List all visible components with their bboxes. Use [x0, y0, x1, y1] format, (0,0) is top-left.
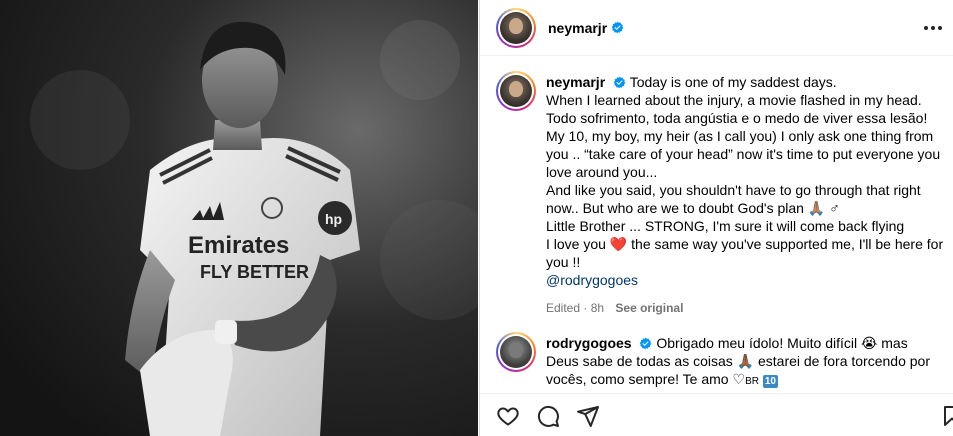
reply-text: vocês, como sempre! Te amo: [546, 371, 729, 387]
svg-text:FLY BETTER: FLY BETTER: [200, 262, 309, 282]
caption-line: And like you said, you shouldn't have to…: [546, 182, 921, 198]
caption-line: When I learned about the injury, a movie…: [546, 92, 922, 108]
verified-badge-icon: [640, 337, 652, 350]
caption-line: now.. But who are we to doubt God's plan…: [546, 200, 840, 216]
red-heart-icon: ❤️: [609, 236, 628, 252]
svg-text:Emirates: Emirates: [188, 232, 289, 259]
caption-line: the same way you've supported me, I'll b…: [631, 236, 944, 252]
caption-avatar[interactable]: [496, 71, 536, 111]
caption-line: you !!: [546, 254, 581, 270]
heart-icon[interactable]: [496, 404, 520, 428]
white-heart-icon: ♡: [732, 371, 746, 387]
comments-section[interactable]: neymarjr Today is one of my saddest days…: [480, 57, 953, 393]
post-header: neymarjr: [480, 0, 953, 56]
see-original-link[interactable]: See original: [615, 301, 683, 315]
caption-line: Todo sofrimento, toda angústia e o medo …: [546, 110, 928, 126]
mention-link[interactable]: @rodrygogoes: [546, 271, 946, 289]
svg-text:hp: hp: [325, 211, 342, 227]
player-photo: Emirates FLY BETTER hp: [0, 0, 478, 436]
caption-line: My 10, my boy, my heir (as I call you) I…: [546, 128, 934, 144]
reply-text: Deus sabe de todas as coisas 🙏🏾 estarei …: [546, 353, 930, 369]
comment-icon[interactable]: [536, 404, 560, 428]
author-username[interactable]: neymarjr: [548, 20, 607, 36]
share-icon[interactable]: [576, 404, 600, 428]
caption-line: Today is one of my saddest days.: [629, 74, 837, 90]
post-image[interactable]: Emirates FLY BETTER hp: [0, 0, 478, 436]
caption-line: Little Brother ... STRONG, I'm sure it w…: [546, 218, 905, 234]
action-bar: [480, 393, 953, 436]
bookmark-icon[interactable]: [940, 404, 953, 428]
caption-username[interactable]: neymarjr: [546, 74, 605, 90]
keycap-ten: 10: [762, 375, 778, 388]
more-options-icon[interactable]: [922, 17, 944, 39]
edited-timestamp: Edited · 8h: [546, 301, 605, 315]
verified-badge-icon: [613, 76, 626, 89]
author-avatar[interactable]: [496, 7, 536, 48]
caption-line: you .. “take care of your head” now it's…: [546, 146, 941, 162]
caption-line: I love you: [546, 236, 606, 252]
post-panel: neymarjr neymarjr Today is one of my sad…: [479, 0, 953, 436]
reply-username[interactable]: rodrygogoes: [546, 335, 632, 351]
flag-br: BR: [745, 376, 759, 387]
reply-avatar[interactable]: [496, 332, 536, 372]
reply-text: Obrigado meu ídolo! Muito difícil 😭 mas: [656, 335, 908, 351]
caption-line: love around you...: [546, 164, 658, 180]
verified-badge-icon: [611, 21, 624, 34]
